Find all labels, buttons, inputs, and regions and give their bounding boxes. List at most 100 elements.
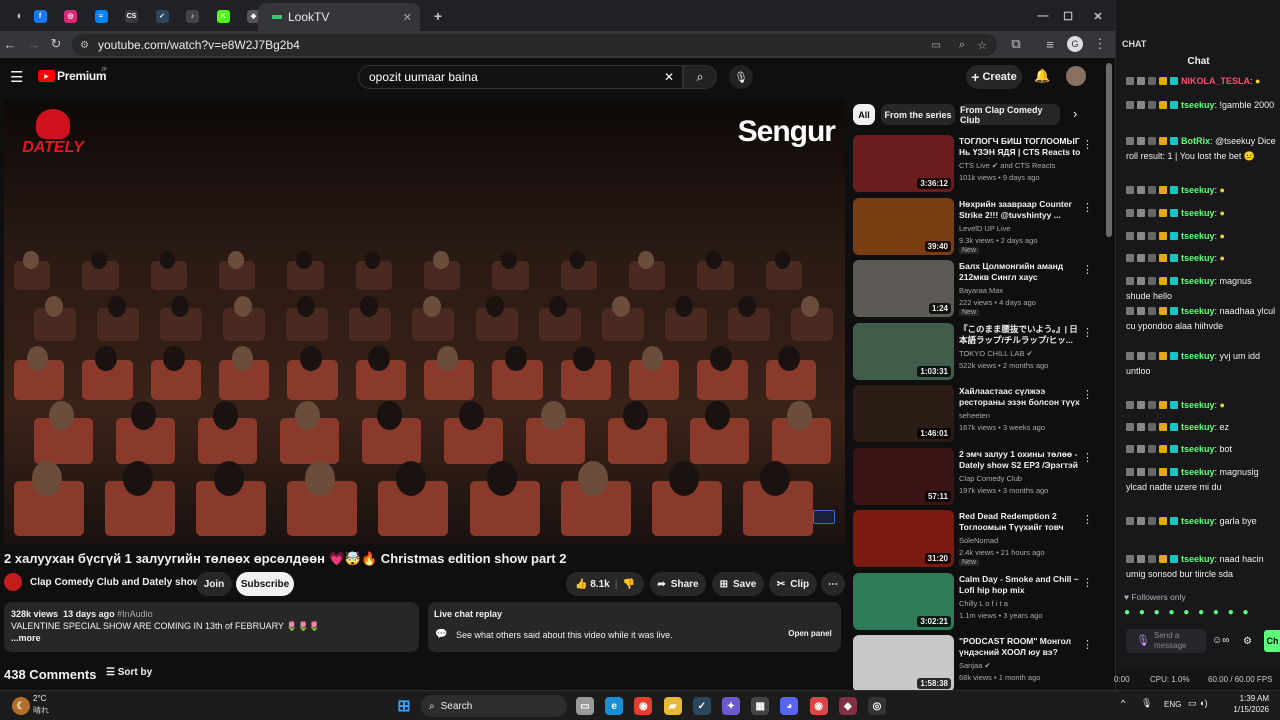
emote-bar[interactable]: ● ● ● ● ● ● ● ● ●	[1124, 607, 1252, 618]
pinned-tab-messenger-icon[interactable]: ≈	[87, 6, 115, 26]
cast-icon[interactable]: ▭	[932, 40, 941, 51]
edge-icon[interactable]: e	[605, 697, 624, 715]
channel-avatar[interactable]	[4, 573, 22, 591]
video-menu-icon[interactable]: ⋮	[1082, 201, 1093, 214]
folder-icon[interactable]: ▰	[663, 697, 682, 715]
clear-search-icon[interactable]: ✕	[664, 70, 674, 84]
more-actions-icon[interactable]: ⋯	[821, 572, 845, 596]
discord-icon[interactable]: ◕	[780, 697, 799, 715]
video-menu-icon[interactable]: ⋮	[1082, 326, 1093, 339]
chat-username[interactable]: tseekuy	[1181, 306, 1215, 316]
video-thumbnail[interactable]: 57:11	[853, 447, 954, 505]
user-avatar[interactable]	[1066, 66, 1086, 86]
chat-username[interactable]: tseekuy	[1181, 554, 1215, 564]
back-icon[interactable]: ←	[2, 36, 18, 52]
close-tab-icon[interactable]: ✕	[403, 11, 412, 24]
store-icon[interactable]: ▦	[751, 697, 770, 715]
media-control-icon[interactable]: ≡	[1042, 36, 1058, 52]
youtube-logo-icon[interactable]: ▶	[38, 70, 55, 82]
video-menu-icon[interactable]: ⋮	[1082, 263, 1093, 276]
browser-menu-dots-icon[interactable]: ⋮	[1092, 36, 1108, 52]
language-indicator[interactable]: ENG	[1164, 700, 1181, 709]
video-menu-icon[interactable]: ⋮	[1082, 138, 1093, 151]
sort-by-button[interactable]: ☰ Sort by	[106, 667, 152, 678]
steam-taskbar-icon[interactable]: ✓	[692, 697, 711, 715]
forward-icon[interactable]: →	[26, 36, 42, 52]
subscribe-button[interactable]: Subscribe	[236, 572, 294, 596]
reload-icon[interactable]: ↻	[48, 36, 64, 52]
create-button[interactable]: + Create	[966, 65, 1022, 89]
mic-tray-icon[interactable]: 🎙	[1141, 698, 1152, 709]
recommended-title[interactable]: Балх Цолмонгийн аманд 212мкв Сингл хаус …	[959, 261, 1084, 283]
chat-username[interactable]: tseekuy	[1181, 400, 1215, 410]
recommended-title[interactable]: Хайлаастаас сүлжээ рестораны эзэн болсон…	[959, 386, 1084, 408]
chip-from-series[interactable]: From the series	[881, 104, 955, 125]
chrome-icon[interactable]: ◉	[634, 697, 653, 715]
recommended-channel[interactable]: LevelD UP Live	[959, 224, 1011, 233]
save-button[interactable]: ⊞ Save	[712, 572, 764, 596]
recommended-channel[interactable]: SoleNomad	[959, 536, 998, 545]
recommended-title[interactable]: Red Dead Redemption 2 Тоглоомын Түүхийг …	[959, 511, 1084, 533]
video-thumbnail[interactable]: 1:24	[853, 260, 954, 317]
mic-icon[interactable]: 🎙	[1136, 634, 1150, 647]
chips-next-icon[interactable]: ›	[1073, 106, 1077, 121]
show-more-link[interactable]: ...more	[11, 632, 412, 644]
site-info-icon[interactable]: ⚙	[80, 40, 89, 51]
weather-icon[interactable]: ☾	[12, 697, 30, 715]
channel-name[interactable]: Clap Comedy Club and Dately show	[30, 577, 201, 588]
tab-looktv[interactable]: LookTV ✕	[258, 3, 420, 31]
channel-watermark-icon[interactable]	[813, 510, 835, 524]
recommended-channel[interactable]: Sanjaa ✔	[959, 661, 991, 670]
pinned-tab-steam-icon[interactable]: ✓	[148, 6, 176, 26]
hamburger-menu-icon[interactable]: ☰	[10, 68, 23, 86]
chat-username[interactable]: tseekuy	[1181, 351, 1215, 361]
chat-username[interactable]: tseekuy	[1181, 231, 1215, 241]
voice-search-icon[interactable]: 🎙	[729, 65, 753, 89]
chat-username[interactable]: tseekuy	[1181, 253, 1215, 263]
minimize-icon[interactable]: —	[1029, 6, 1057, 26]
recommended-video[interactable]: 1:24 Балх Цолмонгийн аманд 212мкв Сингл х…	[853, 260, 1098, 318]
chat-username[interactable]: tseekuy	[1181, 467, 1215, 477]
thumbs-down-icon[interactable]: 👎	[623, 579, 635, 590]
pinned-tab-kick-icon[interactable]: K	[209, 6, 237, 26]
page-scrollbar[interactable]	[1105, 63, 1113, 683]
chip-all[interactable]: All	[853, 104, 875, 125]
recommended-title[interactable]: "PODCAST ROOM" Монгол үндэсний ХООЛ юу в…	[959, 636, 1084, 658]
video-thumbnail[interactable]: 1:46:01	[853, 385, 954, 442]
tray-overflow-icon[interactable]: ^	[1121, 698, 1125, 708]
network-volume-icon[interactable]: ▭ ◖)	[1188, 698, 1207, 709]
maximize-icon[interactable]: ☐	[1054, 6, 1082, 26]
recommended-title[interactable]: 2 эмч залуу 1 охины төлөө - Dately show …	[959, 449, 1084, 471]
search-button[interactable]: ⌕	[683, 65, 717, 89]
recommended-channel[interactable]: Chilly L o f i t a	[959, 599, 1008, 608]
recommended-video[interactable]: 39:40 Нөхрийн заавраар Counter Strike 2!!…	[853, 197, 1098, 256]
pinned-tab-instagram-icon[interactable]: ◎	[57, 6, 85, 26]
recommended-video[interactable]: 3:36:12 ТОГЛОГЧ БИШ ТОГЛООМЫГ Нь ҮЗЭН ЯДЯ…	[853, 135, 1098, 193]
like-button[interactable]: 👍 8.1k	[575, 579, 610, 590]
video-thumbnail[interactable]: 39:40	[853, 197, 954, 255]
pinned-tab-audio-icon[interactable]: ♪	[179, 6, 207, 26]
chip-from-clap-comedy[interactable]: From Clap Comedy Club	[960, 104, 1060, 125]
recommended-video[interactable]: 3:02:21 Calm Day - Smoke and Chill ~ Lofi…	[853, 572, 1098, 631]
pinned-tab-cs-icon[interactable]: CS	[118, 6, 146, 26]
video-thumbnail[interactable]: 3:36:12	[853, 135, 954, 192]
recommended-video[interactable]: 1:03:31 『このまま腰抜でいよう。』| 日本語ラップ/チルラップ/ヒッ...…	[853, 322, 1098, 381]
clip-button[interactable]: ✂ Clip	[769, 572, 817, 596]
recommended-title[interactable]: ТОГЛОГЧ БИШ ТОГЛООМЫГ Нь ҮЗЭН ЯДЯ | CTS …	[959, 136, 1084, 158]
chat-username[interactable]: tseekuy	[1181, 185, 1215, 195]
clock-time[interactable]: 1:39 AM	[1221, 694, 1269, 703]
video-player[interactable]: DATELY Sengur	[4, 101, 845, 544]
recommended-title[interactable]: 『このまま腰抜でいよう。』| 日本語ラップ/チルラップ/ヒッ...	[959, 324, 1084, 346]
app-icon[interactable]: ◆	[838, 697, 857, 715]
recommended-video[interactable]: 1:46:01 Хайлаастаас сүлжээ рестораны эзэн…	[853, 385, 1098, 443]
address-bar[interactable]: ⚙ youtube.com/watch?v=e8W2J7Bg2b4 ▭ ⌕ ☆	[72, 34, 997, 56]
windows-start-icon[interactable]: ⊞	[395, 697, 413, 715]
video-thumbnail[interactable]: 3:02:21	[853, 572, 954, 630]
recommended-channel[interactable]: TOKYO CHILL LAB ✔	[959, 349, 1033, 358]
pinned-tab-facebook-icon[interactable]: f	[26, 6, 54, 26]
new-tab-button[interactable]: +	[424, 6, 452, 26]
bookmark-star-icon[interactable]: ☆	[977, 39, 987, 52]
recommended-title[interactable]: Нөхрийн заавраар Counter Strike 2!!! @tu…	[959, 199, 1084, 221]
chrome-profile-icon[interactable]: ◉	[809, 697, 828, 715]
recommended-video[interactable]: 57:11 2 эмч залуу 1 охины төлөө - Dately …	[853, 447, 1098, 506]
